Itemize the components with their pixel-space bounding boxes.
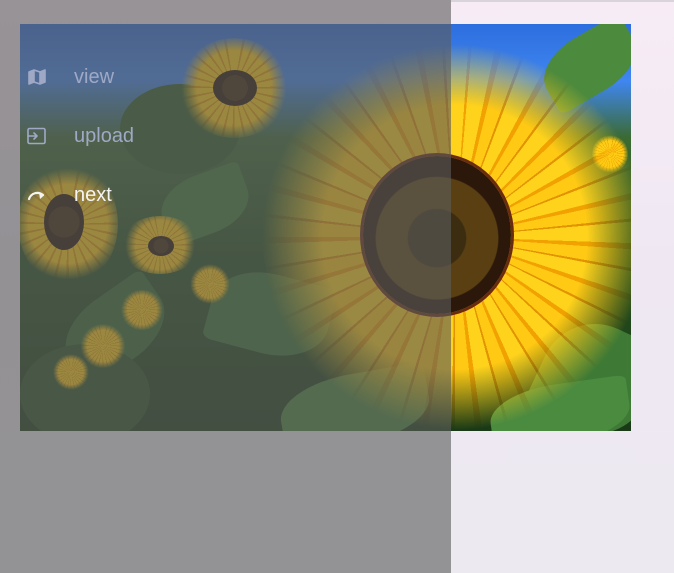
viewer-page: view upload next bbox=[0, 0, 674, 573]
menu-item-next[interactable]: next bbox=[27, 180, 167, 210]
redo-arrow-icon bbox=[27, 185, 47, 205]
top-border bbox=[451, 0, 674, 2]
menu-item-label: view bbox=[74, 66, 115, 88]
menu-item-label: upload bbox=[74, 125, 135, 147]
menu-item-view[interactable]: view bbox=[27, 62, 167, 92]
sign-in-icon bbox=[27, 126, 47, 146]
menu-item-upload[interactable]: upload bbox=[27, 121, 167, 151]
map-icon bbox=[27, 67, 47, 87]
menu-item-label: next bbox=[74, 184, 112, 206]
